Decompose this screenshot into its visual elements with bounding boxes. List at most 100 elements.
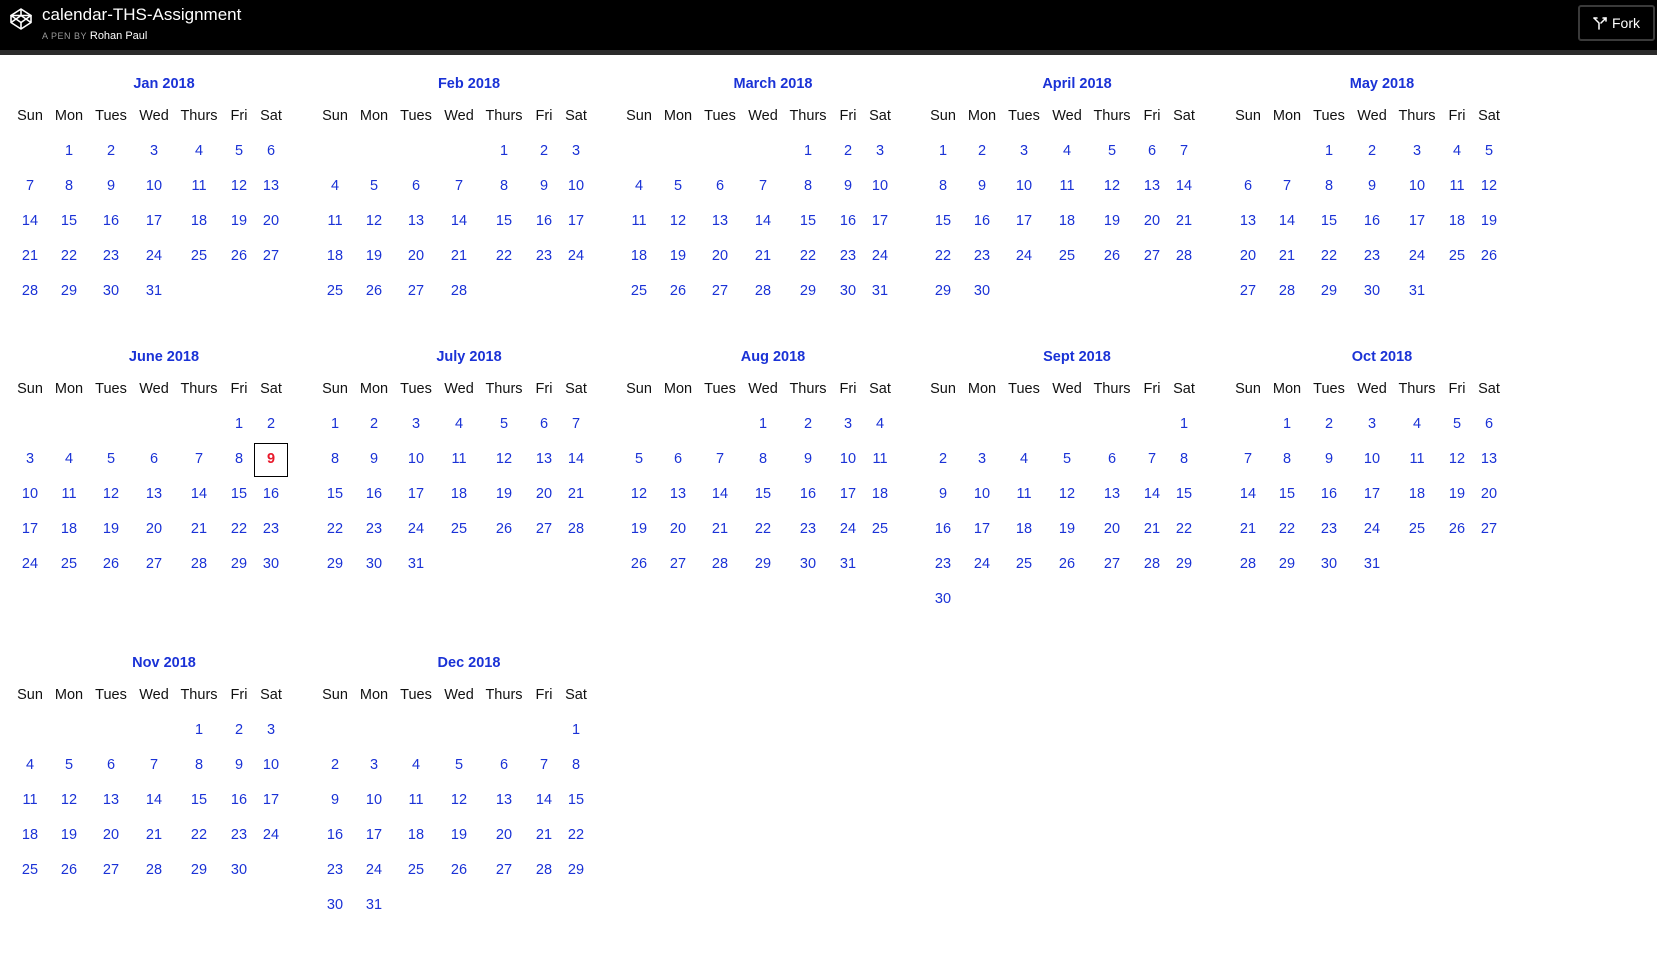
- day-cell[interactable]: 15: [561, 783, 591, 818]
- day-cell[interactable]: 13: [658, 477, 698, 512]
- day-cell[interactable]: 16: [256, 477, 286, 512]
- day-cell[interactable]: 22: [1267, 512, 1307, 547]
- day-cell[interactable]: 21: [1232, 512, 1264, 547]
- day-cell[interactable]: 22: [224, 512, 254, 547]
- day-cell[interactable]: 25: [1047, 239, 1087, 274]
- day-cell[interactable]: 1: [482, 134, 526, 169]
- day-cell[interactable]: 23: [319, 853, 351, 888]
- day-cell[interactable]: 2: [256, 407, 286, 442]
- day-cell[interactable]: 27: [256, 239, 286, 274]
- day-cell[interactable]: 27: [658, 547, 698, 582]
- day-cell[interactable]: 4: [865, 407, 895, 442]
- day-cell[interactable]: 3: [14, 442, 46, 477]
- day-cell[interactable]: 30: [256, 547, 286, 582]
- day-cell[interactable]: 4: [1004, 442, 1044, 477]
- day-cell[interactable]: 5: [224, 134, 254, 169]
- day-cell[interactable]: 1: [786, 134, 830, 169]
- day-cell[interactable]: 21: [529, 818, 559, 853]
- day-cell[interactable]: 10: [561, 169, 591, 204]
- day-cell[interactable]: 24: [1004, 239, 1044, 274]
- day-cell[interactable]: 3: [1352, 407, 1392, 442]
- day-cell[interactable]: 18: [177, 204, 221, 239]
- day-cell[interactable]: 20: [256, 204, 286, 239]
- day-cell[interactable]: 9: [1352, 169, 1392, 204]
- day-cell[interactable]: 31: [134, 274, 174, 309]
- day-cell[interactable]: 5: [1442, 407, 1472, 442]
- day-cell[interactable]: 25: [396, 853, 436, 888]
- day-cell[interactable]: 28: [529, 853, 559, 888]
- day-cell[interactable]: 12: [1474, 169, 1504, 204]
- day-cell[interactable]: 25: [49, 547, 89, 582]
- day-cell[interactable]: 5: [658, 169, 698, 204]
- day-cell[interactable]: 18: [319, 239, 351, 274]
- day-cell[interactable]: 17: [134, 204, 174, 239]
- day-cell[interactable]: 6: [482, 748, 526, 783]
- day-cell[interactable]: 1: [49, 134, 89, 169]
- day-cell[interactable]: 6: [1090, 442, 1134, 477]
- day-cell[interactable]: 16: [319, 818, 351, 853]
- day-cell[interactable]: 17: [256, 783, 286, 818]
- day-cell[interactable]: 27: [700, 274, 740, 309]
- day-cell[interactable]: 18: [49, 512, 89, 547]
- day-cell[interactable]: 9: [354, 442, 394, 477]
- day-cell[interactable]: 4: [439, 407, 479, 442]
- day-cell[interactable]: 8: [1267, 442, 1307, 477]
- day-cell[interactable]: 7: [1232, 442, 1264, 477]
- day-cell[interactable]: 15: [927, 204, 959, 239]
- day-cell[interactable]: 4: [177, 134, 221, 169]
- day-cell[interactable]: 21: [1267, 239, 1307, 274]
- day-cell[interactable]: 16: [354, 477, 394, 512]
- day-cell[interactable]: 10: [1004, 169, 1044, 204]
- day-cell[interactable]: 29: [177, 853, 221, 888]
- day-cell[interactable]: 2: [833, 134, 863, 169]
- day-cell[interactable]: 10: [134, 169, 174, 204]
- day-cell[interactable]: 5: [354, 169, 394, 204]
- day-cell[interactable]: 28: [1267, 274, 1307, 309]
- day-cell[interactable]: 17: [865, 204, 895, 239]
- day-cell[interactable]: 6: [91, 748, 131, 783]
- day-cell[interactable]: 8: [786, 169, 830, 204]
- day-cell[interactable]: 2: [927, 442, 959, 477]
- day-cell[interactable]: 1: [1169, 407, 1199, 442]
- day-cell[interactable]: 25: [319, 274, 351, 309]
- day-cell[interactable]: 19: [623, 512, 655, 547]
- day-cell[interactable]: 14: [561, 442, 591, 477]
- day-cell[interactable]: 27: [1474, 512, 1504, 547]
- day-cell[interactable]: 15: [49, 204, 89, 239]
- day-cell[interactable]: 31: [354, 888, 394, 923]
- day-cell[interactable]: 22: [482, 239, 526, 274]
- day-cell[interactable]: 17: [354, 818, 394, 853]
- day-cell[interactable]: 2: [224, 713, 254, 748]
- day-cell[interactable]: 16: [786, 477, 830, 512]
- day-cell[interactable]: 10: [14, 477, 46, 512]
- day-cell[interactable]: 17: [396, 477, 436, 512]
- day-cell[interactable]: 27: [529, 512, 559, 547]
- day-cell[interactable]: 22: [561, 818, 591, 853]
- author-link[interactable]: Rohan Paul: [90, 30, 148, 42]
- day-cell[interactable]: 3: [396, 407, 436, 442]
- day-cell[interactable]: 1: [927, 134, 959, 169]
- day-cell[interactable]: 15: [319, 477, 351, 512]
- day-cell[interactable]: 14: [14, 204, 46, 239]
- day-cell[interactable]: 16: [833, 204, 863, 239]
- day-cell[interactable]: 21: [561, 477, 591, 512]
- day-cell[interactable]: 1: [743, 407, 783, 442]
- day-cell[interactable]: 3: [1395, 134, 1439, 169]
- day-cell[interactable]: 6: [134, 442, 174, 477]
- day-cell[interactable]: 12: [1090, 169, 1134, 204]
- day-cell[interactable]: 4: [1442, 134, 1472, 169]
- day-cell[interactable]: 19: [1442, 477, 1472, 512]
- day-cell[interactable]: 22: [177, 818, 221, 853]
- day-cell[interactable]: 21: [14, 239, 46, 274]
- day-cell[interactable]: 3: [561, 134, 591, 169]
- day-cell[interactable]: 24: [962, 547, 1002, 582]
- day-cell[interactable]: 8: [1309, 169, 1349, 204]
- day-cell[interactable]: 26: [482, 512, 526, 547]
- day-cell[interactable]: 28: [700, 547, 740, 582]
- day-cell[interactable]: 13: [482, 783, 526, 818]
- current-day-cell[interactable]: 9: [256, 442, 286, 477]
- day-cell[interactable]: 22: [1169, 512, 1199, 547]
- day-cell[interactable]: 19: [224, 204, 254, 239]
- day-cell[interactable]: 7: [439, 169, 479, 204]
- day-cell[interactable]: 20: [1232, 239, 1264, 274]
